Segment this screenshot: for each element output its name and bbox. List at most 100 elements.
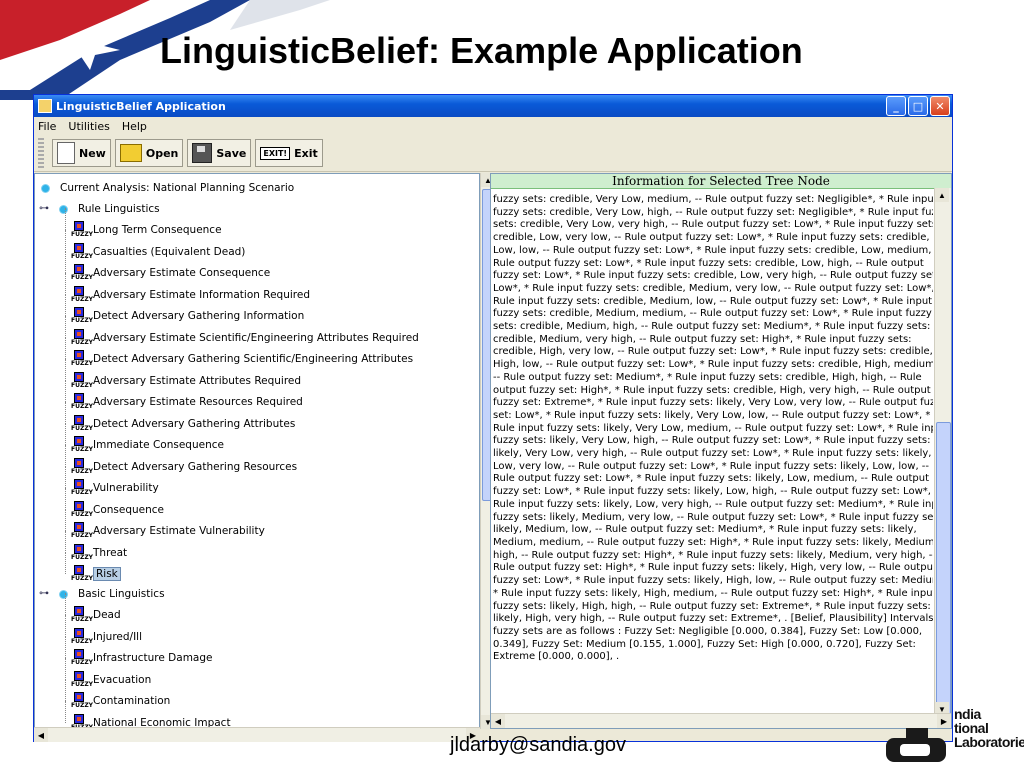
info-text-line: sets: credible, Very Low, very high, -- … bbox=[493, 219, 933, 231]
tree-group-basic-linguistics[interactable]: Basic Linguistics bbox=[59, 584, 165, 604]
node-icon bbox=[41, 183, 50, 193]
tree-leaf[interactable]: FUZZY Vulnerability bbox=[71, 478, 159, 498]
fuzzy-icon: FUZZY bbox=[71, 307, 93, 325]
tree-leaf[interactable]: FUZZY Consequence bbox=[71, 500, 164, 520]
info-text-line: High, low, -- Rule output fuzzy set: Low… bbox=[493, 359, 933, 371]
tree-leaf[interactable]: FUZZY Immediate Consequence bbox=[71, 435, 224, 455]
tree-leaf-label: Adversary Estimate Resources Required bbox=[93, 396, 303, 408]
tree-connector bbox=[65, 294, 66, 316]
fuzzy-icon: FUZZY bbox=[71, 627, 93, 646]
fuzzy-icon: FUZZY bbox=[71, 221, 93, 239]
tree-pane: Current Analysis: National Planning Scen… bbox=[34, 173, 480, 729]
tree-leaf-label: Detect Adversary Gathering Information bbox=[93, 310, 305, 322]
info-text-line: 0.349], Fuzzy Set: Medium [0.155, 1.000]… bbox=[493, 638, 916, 650]
menu-help[interactable]: Help bbox=[122, 120, 147, 133]
tree-leaf[interactable]: FUZZY Contamination bbox=[71, 691, 170, 711]
info-text-line: Low, very low, -- Rule output fuzzy set:… bbox=[493, 460, 930, 472]
info-text-line: Extreme [0.000, 0.000], . bbox=[493, 651, 620, 663]
menu-utilities[interactable]: Utilities bbox=[68, 120, 109, 133]
info-text-line: fuzzy sets: credible, Medium, medium, --… bbox=[493, 308, 932, 320]
tree-leaf-label: Adversary Estimate Scientific/Engineerin… bbox=[93, 331, 419, 344]
tree-horizontal-scrollbar[interactable]: ◀ ▶ bbox=[34, 727, 480, 742]
title-bar[interactable]: LinguisticBelief Application _ □ ✕ bbox=[34, 95, 952, 117]
info-text-line: Rule input fuzzy sets: likely, Very Low,… bbox=[493, 422, 933, 434]
fuzzy-icon: FUZZY bbox=[71, 350, 93, 368]
tree-leaf[interactable]: FUZZY Dead bbox=[71, 605, 121, 625]
tree-leaf-label: Detect Adversary Gathering Resources bbox=[93, 460, 298, 473]
tree-leaf[interactable]: FUZZY Adversary Estimate Consequence bbox=[71, 263, 270, 283]
window-title: LinguisticBelief Application bbox=[56, 99, 226, 113]
tree-connector bbox=[65, 530, 66, 553]
tree-root-label: Current Analysis: National Planning Scen… bbox=[60, 182, 295, 194]
info-text-line: Low*, * Rule input fuzzy sets: credible,… bbox=[493, 282, 933, 294]
info-text-line: credible, High, very low, -- Rule output… bbox=[493, 346, 933, 358]
tree-leaf[interactable]: FUZZY Adversary Estimate Resources Requir… bbox=[71, 392, 303, 412]
info-text-line: fuzzy set: Extreme*, * Rule input fuzzy … bbox=[493, 397, 933, 409]
tree-leaf[interactable]: FUZZY Detect Adversary Gathering Informat… bbox=[71, 306, 304, 326]
info-text-line: * Rule input fuzzy sets: likely, High, m… bbox=[493, 587, 933, 599]
tree-leaf-label: Detect Adversary Gathering Attributes bbox=[93, 417, 296, 430]
expand-rule-linguistics-icon[interactable]: ⊶ bbox=[39, 203, 49, 214]
tree-leaf[interactable]: FUZZY Adversary Estimate Attributes Requi… bbox=[71, 371, 301, 391]
fuzzy-icon: FUZZY bbox=[71, 606, 93, 624]
tree-leaf[interactable]: FUZZY Risk bbox=[71, 564, 121, 584]
fuzzy-icon: FUZZY bbox=[71, 436, 93, 454]
fuzzy-icon: FUZZY bbox=[71, 543, 93, 562]
scroll-left-arrow-icon[interactable]: ◀ bbox=[34, 728, 48, 742]
close-button[interactable]: ✕ bbox=[930, 96, 950, 116]
tree-leaf[interactable]: FUZZY Adversary Estimate Information Requ… bbox=[71, 285, 310, 305]
app-window: LinguisticBelief Application _ □ ✕ File … bbox=[33, 94, 953, 742]
info-vertical-scrollbar[interactable]: ▲ ▼ bbox=[934, 188, 951, 720]
menu-file[interactable]: File bbox=[38, 120, 56, 133]
tree-leaf-label: Infrastructure Damage bbox=[93, 652, 213, 664]
info-text-area[interactable]: fuzzy sets: credible, Very Low, medium, … bbox=[493, 188, 933, 734]
fuzzy-icon: FUZZY bbox=[71, 500, 93, 519]
toolbar-grip[interactable] bbox=[38, 138, 44, 168]
tree-leaf[interactable]: FUZZY Casualties (Equivalent Dead) bbox=[71, 242, 245, 262]
tree-connector bbox=[65, 636, 66, 658]
exit-button[interactable]: EXIT! Exit bbox=[255, 139, 323, 167]
fuzzy-icon: FUZZY bbox=[71, 457, 93, 476]
tree-root[interactable]: Current Analysis: National Planning Scen… bbox=[41, 178, 294, 198]
info-horizontal-scrollbar[interactable]: ◀ ▶ bbox=[491, 713, 951, 728]
tree-leaf[interactable]: FUZZY Detect Adversary Gathering Scientif… bbox=[71, 349, 413, 369]
tree-leaf[interactable]: FUZZY Adversary Estimate Scientific/Engin… bbox=[71, 328, 419, 348]
scroll-up-arrow-icon[interactable]: ▲ bbox=[935, 188, 949, 202]
tree-leaf[interactable]: FUZZY Threat bbox=[71, 543, 127, 563]
info-text-line: likely, Very Low, very high, -- Rule out… bbox=[493, 448, 932, 460]
tree-leaf[interactable]: FUZZY Adversary Estimate Vulnerability bbox=[71, 521, 265, 541]
info-text-line: fuzzy sets: likely, Very Low, high, -- R… bbox=[493, 435, 931, 447]
fuzzy-icon: FUZZY bbox=[71, 565, 93, 583]
new-button[interactable]: New bbox=[52, 139, 111, 167]
expand-basic-linguistics-icon[interactable]: ⊶ bbox=[39, 588, 49, 599]
tree-connector bbox=[65, 679, 66, 701]
tree-leaf[interactable]: FUZZY Detect Adversary Gathering Resource… bbox=[71, 457, 297, 477]
info-text-line: fuzzy sets: likely, High, high, -- Rule … bbox=[493, 600, 931, 612]
toolbar: New Open Save EXIT! Exit bbox=[34, 135, 952, 172]
info-text-line: fuzzy set: Low*, * Rule input fuzzy sets… bbox=[493, 575, 933, 587]
exit-icon: EXIT! bbox=[260, 146, 291, 160]
tree-leaf[interactable]: FUZZY Evacuation bbox=[71, 670, 151, 690]
fuzzy-icon: FUZZY bbox=[71, 264, 93, 282]
scroll-left-arrow-icon[interactable]: ◀ bbox=[491, 714, 505, 728]
open-button[interactable]: Open bbox=[114, 139, 184, 167]
minimize-icon: _ bbox=[893, 99, 899, 113]
maximize-button[interactable]: □ bbox=[908, 96, 928, 116]
tree-group-rule-linguistics[interactable]: Rule Linguistics bbox=[59, 199, 160, 219]
tree-connector bbox=[65, 487, 66, 510]
minimize-button[interactable]: _ bbox=[886, 96, 906, 116]
save-button[interactable]: Save bbox=[187, 139, 252, 167]
tree-leaf[interactable]: FUZZY Infrastructure Damage bbox=[71, 648, 213, 668]
tree-leaf[interactable]: FUZZY Injured/Ill bbox=[71, 627, 142, 647]
scroll-thumb[interactable] bbox=[936, 422, 951, 720]
tree-leaf-label: Adversary Estimate Information Required bbox=[93, 288, 310, 301]
fuzzy-icon: FUZZY bbox=[71, 649, 93, 667]
save-button-label: Save bbox=[216, 146, 247, 160]
tree-leaf[interactable]: FUZZY Long Term Consequence bbox=[71, 220, 222, 240]
tree-leaf[interactable]: FUZZY Detect Adversary Gathering Attribut… bbox=[71, 414, 295, 434]
fuzzy-icon: FUZZY bbox=[71, 522, 93, 540]
fuzzy-icon: FUZZY bbox=[71, 414, 93, 433]
info-text-line: likely, High, very high, -- Rule output … bbox=[493, 613, 933, 625]
tree-connector bbox=[65, 593, 66, 615]
info-text-line: set: Low*, * Rule input fuzzy sets: like… bbox=[493, 409, 931, 421]
